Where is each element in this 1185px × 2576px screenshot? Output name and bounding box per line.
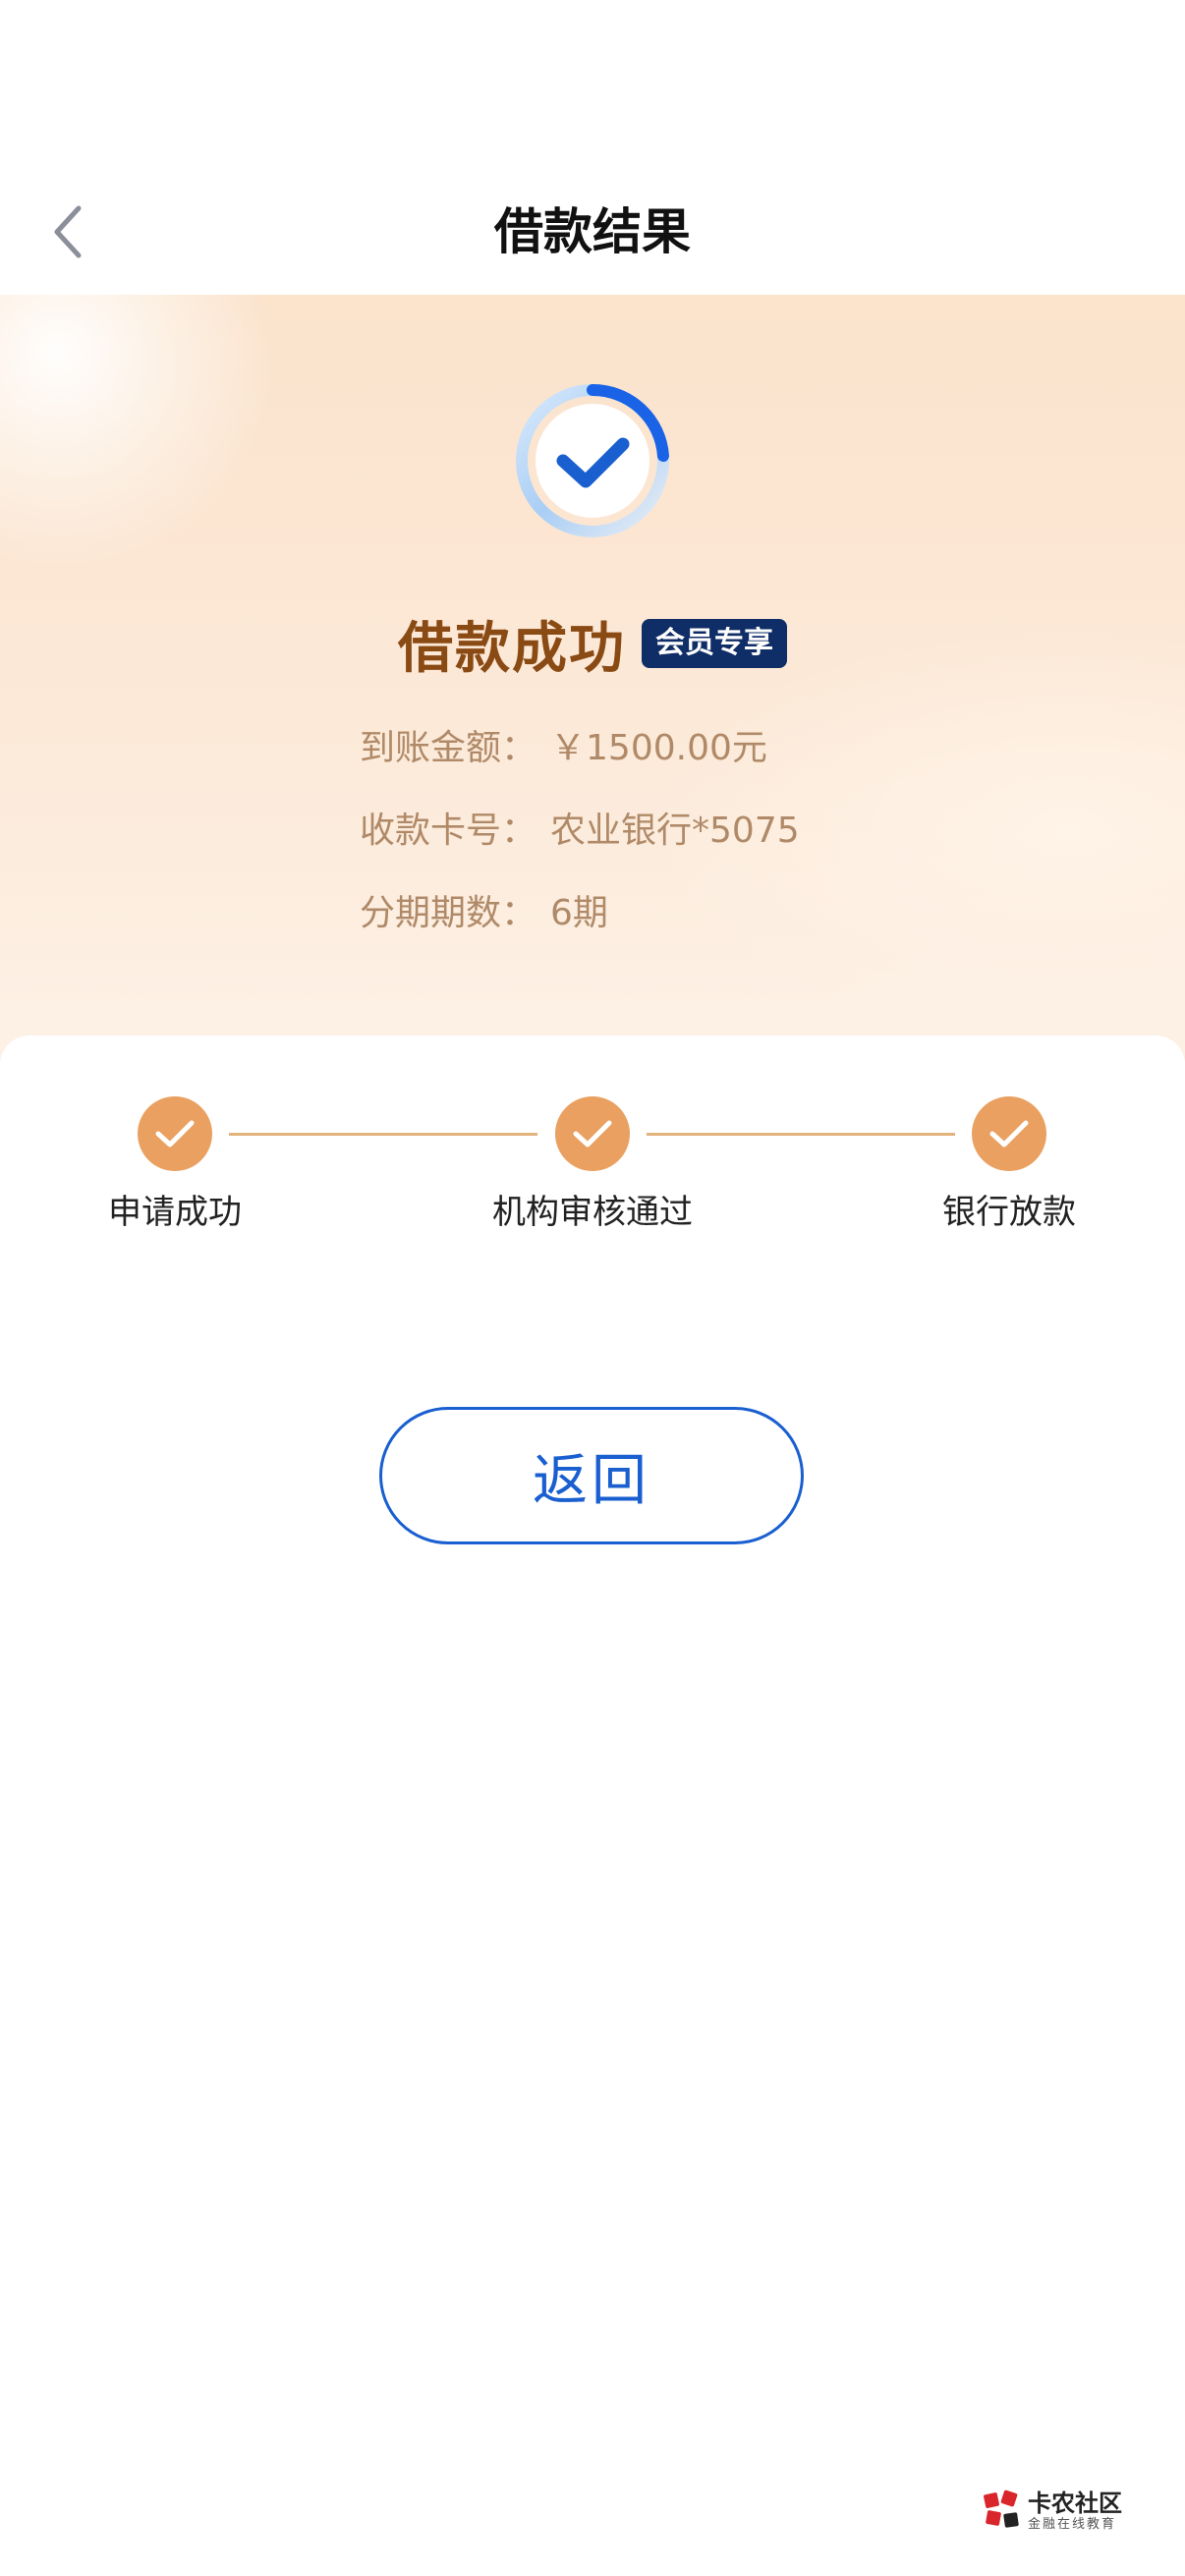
step-review: 机构审核通过 bbox=[475, 1096, 710, 1233]
step-label: 申请成功 bbox=[108, 1193, 242, 1232]
result-title: 借款成功 bbox=[398, 616, 626, 681]
step-label: 机构审核通过 bbox=[492, 1193, 693, 1232]
info-value: 6期 bbox=[550, 893, 608, 933]
watermark-name: 卡农社区 bbox=[1028, 2490, 1122, 2517]
progress-card: 申请成功 机构审核通过 银行放款 bbox=[0, 1036, 1185, 2576]
step-dot bbox=[138, 1096, 212, 1171]
step-disburse: 银行放款 bbox=[891, 1096, 1127, 1233]
step-apply: 申请成功 bbox=[57, 1096, 293, 1233]
info-label: 分期期数 bbox=[360, 893, 502, 933]
loan-info-list: 到账金额： ￥1500.00元 收款卡号： 农业银行*5075 分期期数： 6期 bbox=[360, 707, 1106, 955]
result-hero: 借款成功 会员专享 到账金额： ￥1500.00元 收款卡号： 农业银行*5075 … bbox=[0, 295, 1185, 1061]
check-icon bbox=[155, 1120, 195, 1148]
info-row-installments: 分期期数： 6期 bbox=[360, 872, 1106, 955]
kanong-logo-icon bbox=[984, 2490, 1019, 2528]
info-label: 收款卡号 bbox=[360, 811, 502, 851]
success-check-icon bbox=[516, 383, 669, 537]
info-row-amount: 到账金额： ￥1500.00元 bbox=[360, 707, 1106, 790]
info-value: ￥1500.00元 bbox=[550, 728, 767, 768]
nav-bar: 借款结果 bbox=[0, 0, 1185, 295]
check-icon bbox=[573, 1120, 612, 1148]
page-title: 借款结果 bbox=[494, 203, 691, 260]
step-dot bbox=[555, 1096, 630, 1171]
watermark-subtitle: 金融在线教育 bbox=[1028, 2517, 1117, 2532]
watermark: 卡农社区 金融在线教育 bbox=[983, 2482, 1169, 2541]
member-badge: 会员专享 bbox=[642, 619, 787, 668]
check-icon bbox=[989, 1120, 1029, 1148]
step-dot bbox=[972, 1096, 1046, 1171]
step-label: 银行放款 bbox=[942, 1193, 1076, 1232]
info-value: 农业银行*5075 bbox=[550, 811, 800, 851]
info-label: 到账金额 bbox=[360, 728, 502, 768]
return-button[interactable]: 返回 bbox=[379, 1407, 804, 1544]
result-title-row: 借款成功 会员专享 bbox=[0, 599, 1185, 688]
info-row-card: 收款卡号： 农业银行*5075 bbox=[360, 790, 1106, 872]
